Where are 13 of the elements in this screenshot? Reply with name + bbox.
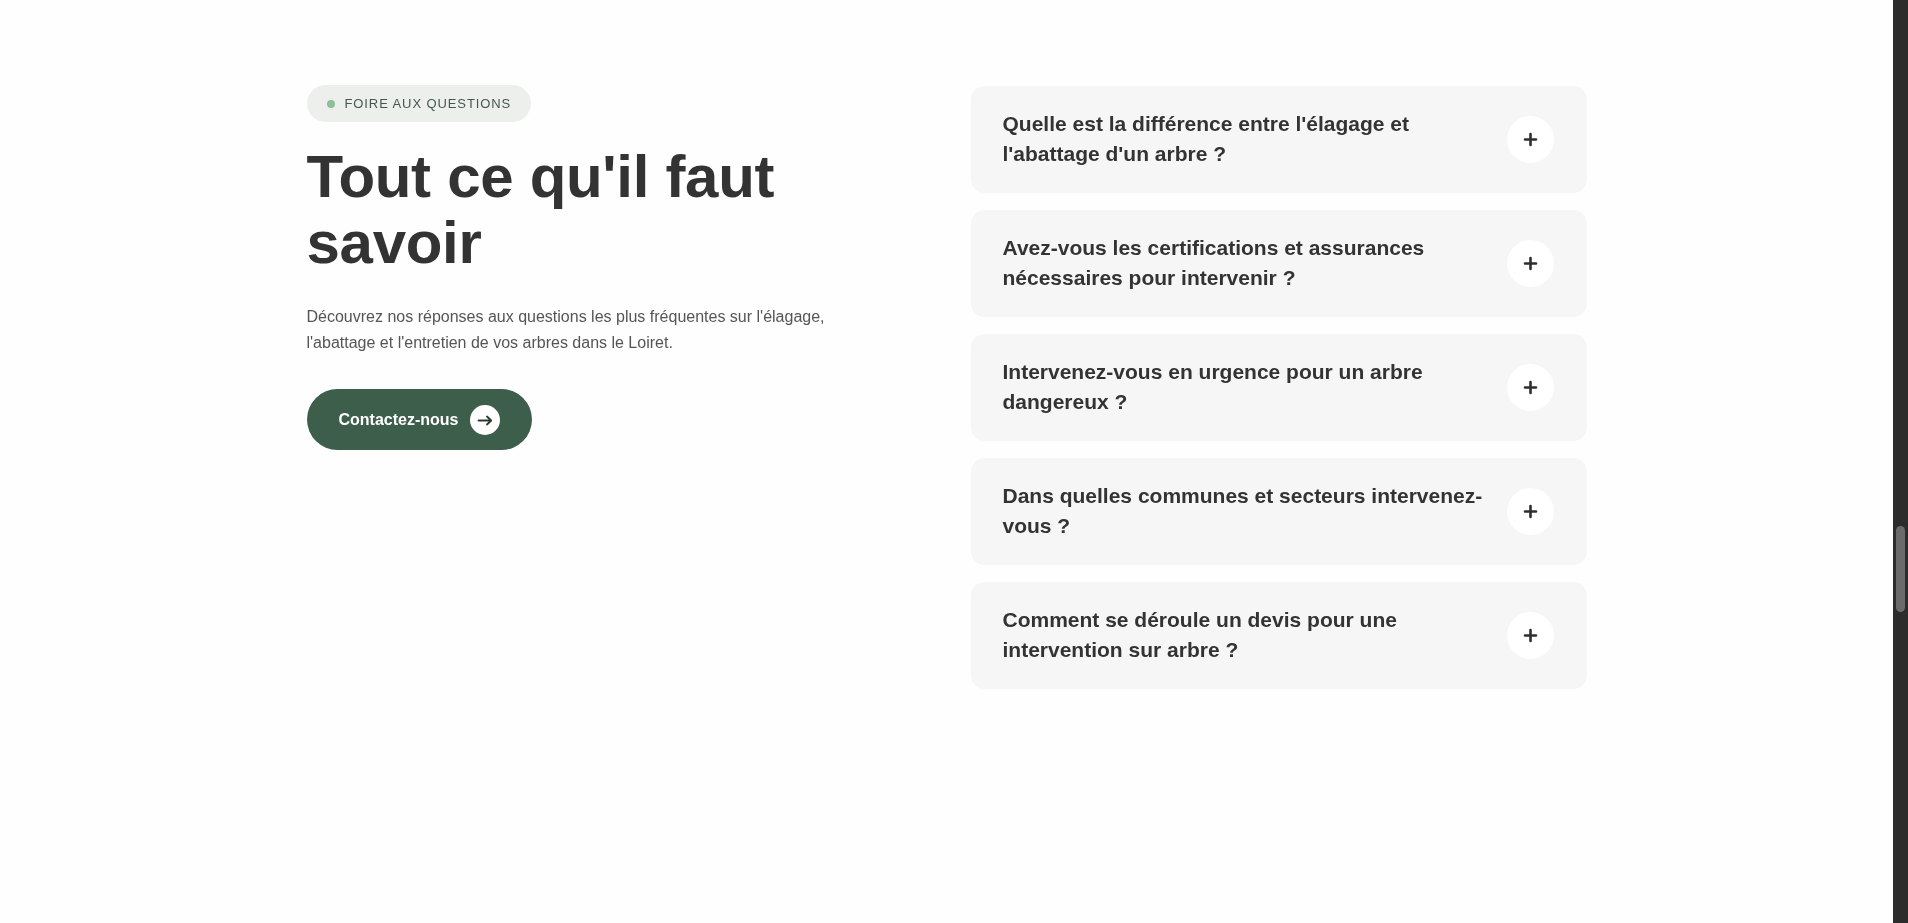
- faq-question-button[interactable]: Dans quelles communes et secteurs intervenez-vous ?: [970, 458, 1587, 565]
- contact-button[interactable]: Contactez-nous: [306, 389, 532, 450]
- faq-question-button[interactable]: Avez-vous les certifications et assurances nécessaires pour intervenir ?: [970, 210, 1587, 317]
- faq-question-button[interactable]: Quelle est la différence entre l'élagage et l'abattage d'un arbre ?: [970, 86, 1587, 193]
- scrollbar[interactable]: [1893, 0, 1908, 923]
- faq-question-button[interactable]: Intervenez-vous en urgence pour un arbre dangereux ?: [970, 334, 1587, 441]
- intro-text: Découvrez nos réponses aux questions les plus fréquentes sur l'élagage, l'abattage et l'entretien de vos arbres dans le Loiret.: [306, 307, 826, 353]
- arrow-right-icon: [469, 404, 500, 435]
- scrollbar-thumb[interactable]: [1896, 526, 1905, 612]
- badge-label: FOIRE AUX QUESTIONS: [344, 95, 512, 112]
- faq-question-button[interactable]: Comment se déroule un devis pour une intervention sur arbre ?: [970, 582, 1587, 689]
- dot-icon: [326, 99, 335, 108]
- section-heading: Tout ce qu'il faut savoir: [306, 144, 776, 276]
